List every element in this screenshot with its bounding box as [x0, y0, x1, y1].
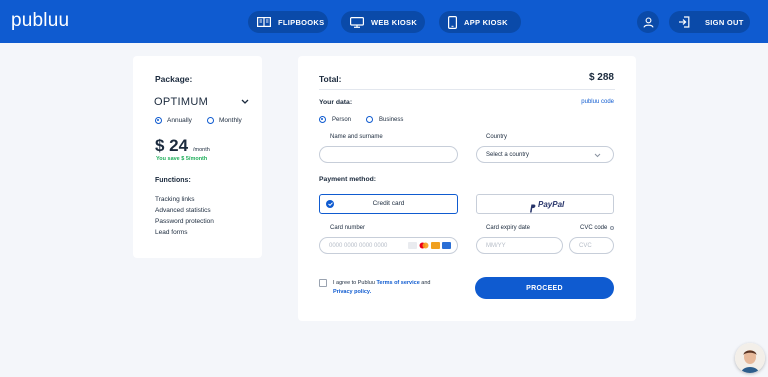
- account-button[interactable]: [637, 11, 659, 33]
- amex-card-icon: [442, 242, 451, 249]
- chevron-down-icon: [594, 153, 601, 158]
- person-label: Person: [332, 117, 352, 123]
- order-card: Total: $ 288 Your data: publuu code Pers…: [298, 56, 636, 321]
- paypal-option[interactable]: PayPal: [476, 194, 614, 214]
- publuu-logo[interactable]: publuu: [11, 10, 69, 32]
- card-number-input[interactable]: 0000 0000 0000 0000: [319, 237, 458, 254]
- name-input[interactable]: [319, 146, 458, 163]
- info-icon[interactable]: [610, 226, 614, 230]
- privacy-policy-link[interactable]: Privacy policy.: [333, 289, 371, 295]
- publuu-code-link[interactable]: publuu code: [581, 99, 614, 105]
- sign-out-label: SIGN OUT: [705, 17, 744, 27]
- nav-app-kiosk-label: APP KIOSK: [464, 17, 508, 27]
- savings-text: You save $ 5/month: [156, 156, 208, 162]
- business-label: Business: [379, 117, 404, 123]
- nav-web-kiosk-label: WEB KIOSK: [371, 17, 418, 27]
- price-value: $ 24: [155, 136, 189, 155]
- expiry-input[interactable]: MM/YY: [476, 237, 563, 254]
- package-card: Package: OPTIMUM Annually Monthly $ 24 /…: [133, 56, 262, 258]
- chevron-down-icon: [241, 99, 249, 104]
- mastercard-icon: [419, 242, 429, 249]
- country-select[interactable]: Select a country: [476, 146, 614, 163]
- monthly-label: Monthly: [219, 117, 242, 124]
- plan-select-value: OPTIMUM: [154, 96, 209, 108]
- person-radio[interactable]: [319, 116, 326, 123]
- card-number-label: Card number: [330, 225, 366, 231]
- nav-web-kiosk-button[interactable]: WEB KIOSK: [341, 11, 425, 33]
- total-label: Total:: [319, 74, 342, 84]
- terms-checkbox[interactable]: [319, 279, 327, 287]
- card-number-placeholder: 0000 0000 0000 0000: [329, 242, 388, 249]
- monthly-radio[interactable]: [207, 117, 214, 124]
- monitor-icon: [350, 16, 364, 28]
- country-select-placeholder: Select a country: [486, 151, 530, 158]
- proceed-button[interactable]: PROCEED: [475, 277, 614, 299]
- support-chat-avatar[interactable]: [735, 343, 765, 373]
- cvc-input[interactable]: CVC: [569, 237, 614, 254]
- terms-and: and: [421, 280, 431, 286]
- function-item: Password protection: [155, 218, 214, 225]
- discover-card-icon: [431, 242, 440, 249]
- expiry-placeholder: MM/YY: [486, 242, 506, 249]
- function-item: Tracking links: [155, 196, 195, 203]
- expiry-label: Card expiry date: [486, 225, 531, 231]
- divider: [319, 89, 615, 90]
- paypal-label: PayPal: [538, 200, 565, 209]
- annually-radio[interactable]: [155, 117, 162, 124]
- terms-of-service-link[interactable]: Terms of service: [376, 280, 419, 286]
- cvc-label: CVC code: [580, 225, 608, 231]
- person-portrait-icon: [735, 343, 765, 373]
- credit-card-option[interactable]: Credit card: [319, 194, 458, 214]
- function-item: Advanced statistics: [155, 207, 211, 214]
- payment-method-label: Payment method:: [319, 176, 377, 183]
- cvc-placeholder: CVC: [579, 242, 592, 249]
- nav-app-kiosk-button[interactable]: APP KIOSK: [439, 11, 521, 33]
- smartphone-icon: [448, 15, 457, 29]
- sign-out-button[interactable]: SIGN OUT: [669, 11, 750, 33]
- plan-select[interactable]: OPTIMUM: [154, 96, 250, 110]
- annually-label: Annually: [167, 117, 192, 124]
- functions-title: Functions:: [155, 177, 191, 184]
- terms-text: I agree to Publuu Terms of service and P…: [333, 279, 443, 297]
- visa-card-icon: [408, 242, 417, 249]
- credit-card-label: Credit card: [372, 200, 405, 207]
- function-item: Lead forms: [155, 229, 188, 236]
- your-data-label: Your data:: [319, 99, 353, 106]
- price-period: /month: [193, 147, 210, 153]
- country-label: Country: [486, 134, 508, 140]
- name-label: Name and surname: [330, 134, 383, 140]
- package-title: Package:: [155, 74, 193, 84]
- nav-flipbooks-label: FLIPBOOKS: [278, 17, 325, 27]
- sign-out-icon: [679, 16, 690, 28]
- paypal-logo-icon: [529, 200, 536, 213]
- user-icon: [642, 16, 654, 28]
- top-navigation-bar: publuu FLIPBOOKS WEB KIOSK APP KIOSK SIG…: [0, 0, 768, 43]
- total-value: $ 288: [588, 72, 614, 83]
- book-icon: [257, 17, 271, 27]
- terms-prefix: I agree to Publuu: [333, 280, 375, 286]
- nav-flipbooks-button[interactable]: FLIPBOOKS: [248, 11, 328, 33]
- business-radio[interactable]: [366, 116, 373, 123]
